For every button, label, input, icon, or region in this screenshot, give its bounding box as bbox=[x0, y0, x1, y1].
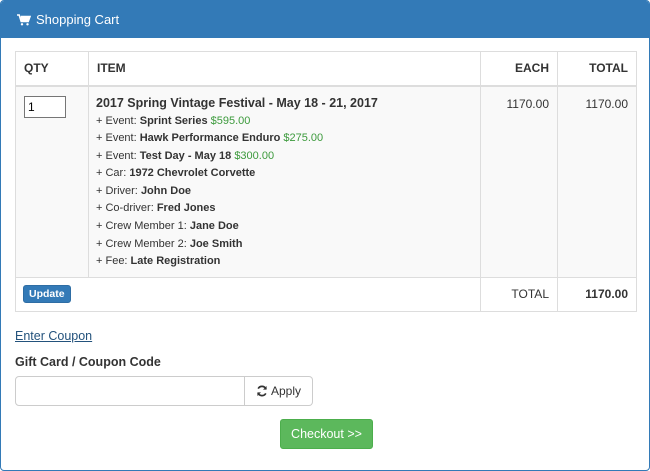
item-option-line: + Co-driver: Fred Jones bbox=[96, 200, 473, 218]
column-header-total: TOTAL bbox=[557, 51, 637, 87]
update-button[interactable]: Update bbox=[23, 285, 71, 304]
item-title: 2017 Spring Vintage Festival - May 18 - … bbox=[96, 95, 378, 110]
item-option-value: Jane Doe bbox=[189, 220, 239, 233]
panel-heading: Shopping Cart bbox=[1, 1, 649, 38]
coupon-input-group: Apply bbox=[15, 376, 313, 406]
table-footer-row: Update TOTAL 1170.00 bbox=[15, 276, 637, 312]
column-header-qty: QTY bbox=[15, 51, 89, 87]
shopping-cart-icon bbox=[17, 13, 31, 26]
item-option-line: + Crew Member 1: Jane Doe bbox=[96, 218, 473, 236]
item-option-line: + Fee: Late Registration bbox=[96, 253, 473, 271]
item-option-line: + Event: Sprint Series $595.00 bbox=[96, 113, 473, 131]
item-option-value: John Doe bbox=[140, 184, 192, 197]
item-option-line: + Crew Member 2: Joe Smith bbox=[96, 236, 473, 254]
item-option-prefix: + Co-driver: bbox=[96, 202, 157, 215]
item-option-prefix: + Event: bbox=[96, 149, 140, 162]
item-option-price: $300.00 bbox=[234, 149, 275, 162]
item-details: 2017 Spring Vintage Festival - May 18 - … bbox=[88, 85, 481, 278]
checkout-button[interactable]: Checkout >> bbox=[280, 419, 373, 449]
item-option-value: Late Registration bbox=[130, 255, 221, 268]
total-value: 1170.00 bbox=[557, 276, 637, 312]
total-label: TOTAL bbox=[480, 276, 558, 312]
apply-button-label: Apply bbox=[270, 384, 302, 398]
coupon-code-input[interactable] bbox=[15, 376, 245, 406]
item-option-value: Fred Jones bbox=[156, 202, 216, 215]
table-row: 2017 Spring Vintage Festival - May 18 - … bbox=[15, 85, 637, 278]
item-option-value: Hawk Performance Enduro bbox=[139, 132, 281, 145]
item-option-list: + Event: Sprint Series $595.00 + Event: H… bbox=[96, 113, 473, 271]
item-option-price: $275.00 bbox=[283, 132, 324, 145]
enter-coupon-link[interactable]: Enter Coupon bbox=[15, 329, 92, 343]
apply-button[interactable]: Apply bbox=[245, 376, 313, 406]
item-option-prefix: + Event: bbox=[96, 132, 140, 145]
item-total-price: 1170.00 bbox=[557, 85, 637, 278]
item-option-value: 1972 Chevrolet Corvette bbox=[129, 167, 256, 180]
column-header-item: ITEM bbox=[88, 51, 481, 87]
item-option-prefix: + Crew Member 1: bbox=[96, 220, 190, 233]
panel-title: Shopping Cart bbox=[36, 12, 120, 27]
shopping-cart-panel: Shopping Cart QTY ITEM EACH TOTAL 2017 S… bbox=[0, 0, 650, 471]
refresh-icon bbox=[256, 385, 268, 397]
item-option-line: + Event: Hawk Performance Enduro $275.00 bbox=[96, 130, 473, 148]
item-each-price: 1170.00 bbox=[480, 85, 558, 278]
cart-table: QTY ITEM EACH TOTAL 2017 Spring Vintage … bbox=[15, 51, 637, 312]
coupon-code-label: Gift Card / Coupon Code bbox=[15, 355, 161, 369]
quantity-input[interactable] bbox=[24, 95, 66, 118]
item-option-prefix: + Car: bbox=[96, 167, 130, 180]
item-option-prefix: + Event: bbox=[96, 114, 140, 127]
item-option-line: + Event: Test Day - May 18 $300.00 bbox=[96, 148, 473, 166]
item-option-price: $595.00 bbox=[210, 114, 251, 127]
column-header-each: EACH bbox=[480, 51, 558, 87]
item-option-prefix: + Crew Member 2: bbox=[96, 237, 190, 250]
item-option-value: Test Day - May 18 bbox=[139, 149, 232, 162]
item-option-value: Joe Smith bbox=[189, 237, 243, 250]
item-option-line: + Driver: John Doe bbox=[96, 183, 473, 201]
item-option-line: + Car: 1972 Chevrolet Corvette bbox=[96, 165, 473, 183]
item-option-prefix: + Driver: bbox=[96, 184, 141, 197]
item-option-value: Sprint Series bbox=[139, 114, 208, 127]
item-option-prefix: + Fee: bbox=[96, 255, 131, 268]
